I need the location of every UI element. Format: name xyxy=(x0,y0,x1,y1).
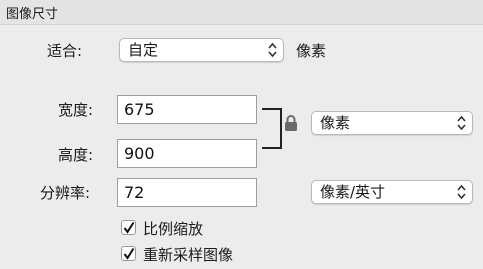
resolution-unit-value: 像素/英寸 xyxy=(320,183,386,201)
height-input[interactable]: 900 xyxy=(117,139,257,168)
fit-select-value: 自定 xyxy=(128,41,159,59)
resolution-label: 分辨率: xyxy=(40,184,91,202)
width-label: 宽度: xyxy=(58,101,94,119)
window-title: 图像尺寸 xyxy=(6,7,59,22)
checkmark-icon xyxy=(123,221,135,234)
resample-checkbox[interactable] xyxy=(121,246,136,261)
scale-proportionally-checkbox[interactable] xyxy=(121,220,136,235)
checkmark-icon xyxy=(123,247,135,260)
resolution-input[interactable]: 72 xyxy=(117,178,257,207)
lock-icon[interactable] xyxy=(284,114,298,132)
fit-select[interactable]: 自定 xyxy=(119,38,284,62)
fit-unit-label: 像素 xyxy=(296,42,327,60)
up-down-chevron-icon xyxy=(457,115,466,131)
window-titlebar: 图像尺寸 xyxy=(0,0,483,25)
resolution-unit-select[interactable]: 像素/英寸 xyxy=(311,180,473,204)
width-input[interactable]: 675 xyxy=(117,95,257,124)
scale-proportionally-label[interactable]: 比例缩放 xyxy=(143,218,203,239)
resample-label[interactable]: 重新采样图像 xyxy=(143,244,233,265)
size-unit-value: 像素 xyxy=(320,114,351,132)
fit-label: 适合: xyxy=(47,42,83,60)
up-down-chevron-icon xyxy=(268,42,277,58)
height-label: 高度: xyxy=(58,146,94,164)
up-down-chevron-icon xyxy=(457,184,466,200)
size-unit-select[interactable]: 像素 xyxy=(311,111,473,135)
constrain-bracket xyxy=(262,108,282,149)
